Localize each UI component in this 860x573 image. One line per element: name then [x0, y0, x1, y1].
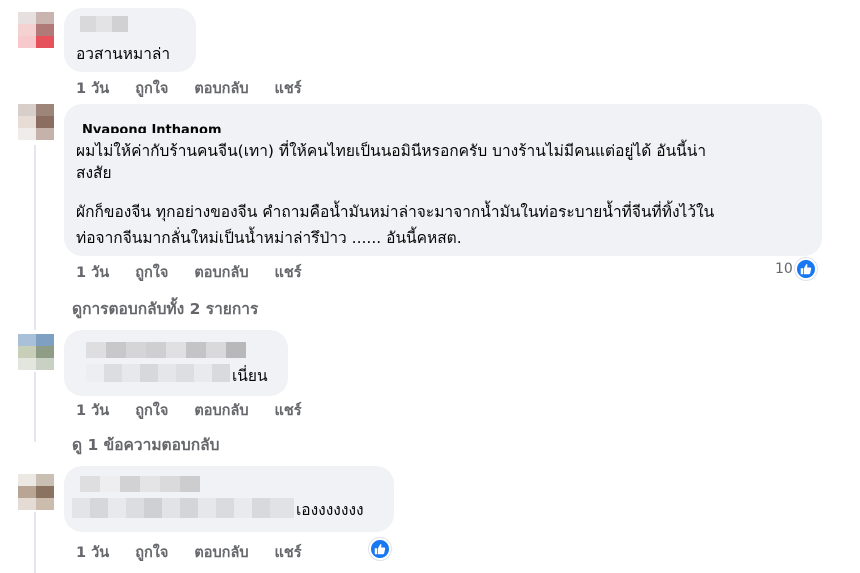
avatar[interactable]	[18, 104, 54, 140]
reaction-count: 10	[775, 261, 793, 277]
share-button[interactable]: แชร์	[275, 261, 302, 284]
reply-button[interactable]: ตอบกลับ	[194, 77, 248, 100]
comment-text-line: ท่อจากจีนมากลั่นใหม่เป็นน้ำหม่าล่ารึป่าว…	[76, 229, 462, 247]
comment-text: เองงงงงงง	[296, 501, 364, 519]
comment-text: เนี่ยน	[232, 367, 268, 385]
like-icon	[369, 538, 391, 560]
timestamp-link[interactable]: 1 วัน	[76, 541, 109, 564]
reply-button[interactable]: ตอบกลับ	[194, 399, 248, 422]
comment-actions: 1 วัน ถูกใจ ตอบกลับ แชร์	[76, 262, 328, 282]
comment-bubble: Nyapong Inthanom ผมไม่ให้ค่ากับร้านคนจีน…	[64, 104, 822, 256]
view-replies-link[interactable]: ดูการตอบกลับทั้ง 2 รายการ	[72, 296, 258, 321]
like-icon	[794, 258, 817, 280]
thread-line	[34, 512, 36, 573]
comment-text: อวสานหมาล่า	[76, 45, 171, 63]
comment-text-blurred	[72, 498, 294, 518]
reaction-summary[interactable]	[369, 538, 391, 560]
thread-line	[34, 372, 36, 442]
comment-actions: 1 วัน ถูกใจ ตอบกลับ แชร์	[76, 400, 328, 420]
author-name[interactable]: Nyapong Inthanom	[82, 124, 232, 133]
comment-actions: 1 วัน ถูกใจ ตอบกลับ แชร์	[76, 542, 328, 562]
avatar[interactable]	[18, 334, 54, 370]
like-button[interactable]: ถูกใจ	[135, 399, 168, 422]
comment-text-blurred	[86, 364, 230, 382]
comment-actions: 1 วัน ถูกใจ ตอบกลับ แชร์	[76, 78, 328, 98]
comment-text-line: สงสัย	[76, 164, 112, 182]
share-button[interactable]: แชร์	[275, 541, 302, 564]
reaction-summary[interactable]: 10	[775, 258, 817, 280]
like-button[interactable]: ถูกใจ	[135, 77, 168, 100]
view-replies-link[interactable]: ดู 1 ข้อความตอบกลับ	[72, 432, 219, 457]
timestamp-link[interactable]: 1 วัน	[76, 261, 109, 284]
comment-text-line: ผักก็ของจีน ทุกอย่างของจีน คำถามคือน้ำมั…	[76, 203, 715, 221]
comment-text-line: ผมไม่ให้ค่ากับร้านคนจีน(เทา) ที่ให้คนไทย…	[76, 142, 707, 160]
thread-line	[34, 145, 36, 330]
timestamp-link[interactable]: 1 วัน	[76, 399, 109, 422]
timestamp-link[interactable]: 1 วัน	[76, 77, 109, 100]
like-button[interactable]: ถูกใจ	[135, 541, 168, 564]
author-name-blurred[interactable]	[80, 476, 200, 492]
reply-button[interactable]: ตอบกลับ	[194, 541, 248, 564]
share-button[interactable]: แชร์	[275, 399, 302, 422]
comment-bubble: เนี่ยน	[64, 330, 288, 396]
comment-bubble: เองงงงงงง	[64, 466, 394, 532]
reply-button[interactable]: ตอบกลับ	[194, 261, 248, 284]
like-button[interactable]: ถูกใจ	[135, 261, 168, 284]
comment-bubble: อวสานหมาล่า	[64, 8, 196, 72]
author-name-blurred[interactable]	[86, 342, 246, 358]
avatar[interactable]	[18, 12, 54, 48]
author-name-blurred[interactable]	[80, 16, 128, 32]
avatar[interactable]	[18, 474, 54, 510]
share-button[interactable]: แชร์	[275, 77, 302, 100]
